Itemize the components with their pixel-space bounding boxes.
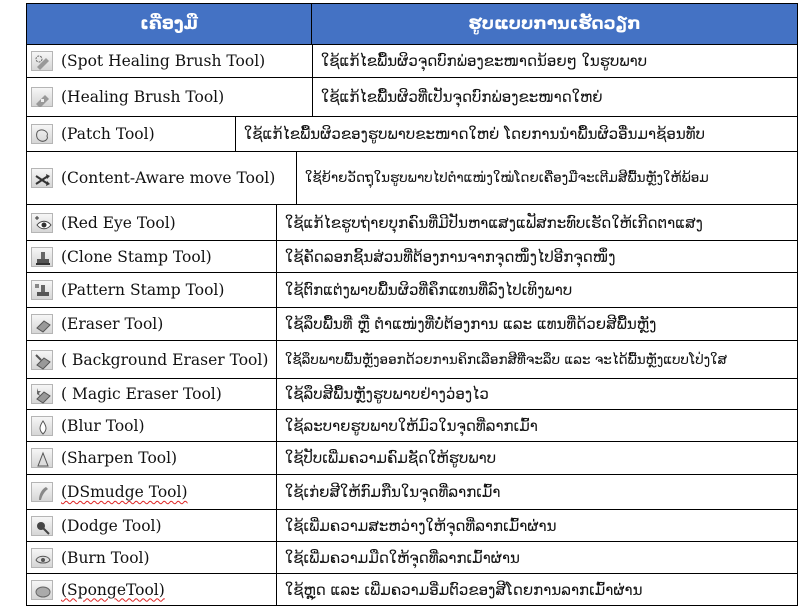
table-row: (Red Eye Tool) ໃຊ້ແກ້ໄຂຮູບຖ່າຍບຸກຄົນທີ່ມີ… bbox=[26, 205, 798, 241]
tool-description: ໃຊ້ລະບາຍຮູບພາບໃຫ້ມົວໃນຈຸດທີ່ລາກເມົ້າ bbox=[285, 416, 538, 435]
table-row: (Healing Brush Tool) ໃຊ້ແກ້ໄຂພື້ນຜິວທີ່ເປ… bbox=[26, 78, 798, 117]
smudge-icon bbox=[31, 482, 53, 502]
tool-name: (Clone Stamp Tool) bbox=[61, 247, 212, 266]
tool-description: ໃຊ້ລຶບພື້ນທີ່ ຫຼື ຕຳແໜ່ງທີ່ບໍ່ຕ້ອງການ ແລ… bbox=[285, 315, 657, 333]
tool-name-cell: (Eraser Tool) bbox=[27, 308, 277, 340]
header-function: ຮູບແບບການເຮັດວຽກ bbox=[312, 4, 797, 44]
tool-name-cell: (Blur Tool) bbox=[27, 410, 277, 441]
table-row: (Content-Aware move Tool) ໃຊ້ຍ້າຍວັດຖຸໃນຮ… bbox=[26, 152, 798, 205]
table-header: ເຄື່ອງມື ຮູບແບບການເຮັດວຽກ bbox=[26, 3, 798, 45]
tool-description: ໃຊ້ຄັດລອກຊິ້ນສ່ວນທີ່ຕ້ອງການຈາກຈຸດໜຶ່ງໄປອ… bbox=[285, 247, 616, 266]
tool-name-cell: (Spot Healing Brush Tool) bbox=[27, 45, 313, 77]
content-aware-move-icon bbox=[31, 168, 53, 188]
table-row: (DSmudge Tool) ໃຊ້ເກ່ຍສີໃຫ້ກົມກືນໃນຈຸດທີ່… bbox=[26, 475, 798, 510]
tool-name-cell: (Red Eye Tool) bbox=[27, 205, 277, 240]
tool-description: ໃຊ້ເພີ່ມຄວາມມືດໃຫ້ຈຸດທີ່ລາກເມົ້າຜ່ານ bbox=[285, 548, 520, 567]
table-row: ( Background Eraser Tool) ໃຊ້ລຶບພາບພື້ນຫຼ… bbox=[26, 341, 798, 379]
header-tool: ເຄື່ອງມື bbox=[27, 4, 312, 44]
tool-name: (Spot Healing Brush Tool) bbox=[61, 52, 266, 70]
red-eye-icon bbox=[31, 212, 53, 233]
blur-icon bbox=[31, 415, 53, 436]
tool-name: (Healing Brush Tool) bbox=[61, 88, 225, 106]
table-row: (Spot Healing Brush Tool) ໃຊ້ແກ້ໄຂພື້ນຜິວ… bbox=[26, 45, 798, 78]
table-row: (Sharpen Tool) ໃຊ້ປັບເພີ່ມຄວາມຄົມຊັດໃຫ້ຮູ… bbox=[26, 442, 798, 475]
tool-description: ໃຊ້ເກ່ຍສີໃຫ້ກົມກືນໃນຈຸດທີ່ລາກເມົ້າ bbox=[285, 483, 501, 501]
tool-description: ໃຊ້ລຶບພາບພື້ນຫຼັງອອກດ້ວຍການຄິກເລືອກສີທີ່… bbox=[285, 351, 728, 368]
table-row: (Burn Tool) ໃຊ້ເພີ່ມຄວາມມືດໃຫ້ຈຸດທີ່ລາກເມ… bbox=[26, 542, 798, 574]
tool-name: (Burn Tool) bbox=[61, 548, 150, 567]
tool-description: ໃຊ້ປັບເພີ່ມຄວາມຄົມຊັດໃຫ້ຮູບພາບ bbox=[285, 449, 497, 467]
table-row: (SpongeTool) ໃຊ້ຫຼຸດ ແລະ ເພີ່ມຄວາມອີ່ມຕົວ… bbox=[26, 574, 798, 606]
tool-name: (Pattern Stamp Tool) bbox=[61, 281, 225, 299]
clone-stamp-icon bbox=[31, 246, 53, 267]
table-row: (Clone Stamp Tool) ໃຊ້ຄັດລອກຊິ້ນສ່ວນທີ່ຕ້… bbox=[26, 241, 798, 273]
tool-name-cell: (Healing Brush Tool) bbox=[27, 78, 313, 116]
tool-description: ໃຊ້ຕົກແຕ່ງພາບພື້ນຜິວທີ່ຄຶກແທນທີ່ລົງໄປເທິ… bbox=[285, 281, 573, 299]
spot-healing-brush-icon bbox=[31, 51, 53, 71]
healing-brush-icon bbox=[31, 87, 53, 107]
tool-description: ໃຊ້ເພີ່ມຄວາມສະຫວ່າງໃຫ້ຈຸດທີ່ລາກເມົ້າຜ່ານ bbox=[285, 516, 557, 535]
tool-name: (SpongeTool) bbox=[61, 580, 165, 599]
tool-description: ໃຊ້ຍ້າຍວັດຖຸໃນຮູບພາບໄປຕຳແໜ່ງໃໝ່ໂດຍເຄື່ອງ… bbox=[305, 170, 709, 186]
table-row: ( Magic Eraser Tool) ໃຊ້ລຶບສີພື້ນຫຼັງຮູບພ… bbox=[26, 379, 798, 410]
tool-name-cell: ( Background Eraser Tool) bbox=[27, 341, 277, 378]
table-row: (Dodge Tool) ໃຊ້ເພີ່ມຄວາມສະຫວ່າງໃຫ້ຈຸດທີ່… bbox=[26, 510, 798, 542]
tool-description: ໃຊ້ລຶບສີພື້ນຫຼັງຮູບພາບຢ່າງວ່ອງໄວ bbox=[285, 385, 489, 403]
tool-name-cell: (Clone Stamp Tool) bbox=[27, 241, 277, 272]
sharpen-icon bbox=[31, 448, 53, 468]
eraser-icon bbox=[31, 314, 53, 334]
pattern-stamp-icon bbox=[31, 280, 53, 300]
burn-icon bbox=[31, 547, 53, 568]
tool-name: (Sharpen Tool) bbox=[61, 449, 178, 467]
sponge-icon bbox=[31, 579, 53, 600]
table-row: (Blur Tool) ໃຊ້ລະບາຍຮູບພາບໃຫ້ມົວໃນຈຸດທີ່ລ… bbox=[26, 410, 798, 442]
tool-name: (DSmudge Tool) bbox=[61, 483, 188, 501]
tool-description: ໃຊ້ແກ້ໄຂພື້ນຜິວຈຸດບົກພ່ອງຂະໜາດນ້ອຍໆ ໃນຮູ… bbox=[321, 52, 648, 70]
tool-name-cell: ( Magic Eraser Tool) bbox=[27, 379, 277, 409]
tool-name: (Dodge Tool) bbox=[61, 516, 162, 535]
table-row: (Pattern Stamp Tool) ໃຊ້ຕົກແຕ່ງພາບພື້ນຜິວ… bbox=[26, 273, 798, 308]
background-eraser-icon bbox=[31, 349, 53, 370]
tool-description: ໃຊ້ຫຼຸດ ແລະ ເພີ່ມຄວາມອີ່ມຕົວຂອງສີໂດຍການລ… bbox=[285, 580, 643, 599]
tool-name: (Blur Tool) bbox=[61, 416, 145, 435]
tool-name-cell: (Dodge Tool) bbox=[27, 510, 277, 541]
tool-description: ໃຊ້ແກ້ໄຂຮູບຖ່າຍບຸກຄົນທີ່ມີປັນຫາແສງແຟັສກະ… bbox=[285, 213, 703, 232]
tool-name-cell: (Pattern Stamp Tool) bbox=[27, 273, 277, 307]
table-row: (Eraser Tool) ໃຊ້ລຶບພື້ນທີ່ ຫຼື ຕຳແໜ່ງທີ່… bbox=[26, 308, 798, 341]
tool-description: ໃຊ້ແກ້ໄຂພື້ນຜິວຂອງຮູບພາບຂະໜາດໃຫຍ່ ໂດຍການ… bbox=[244, 125, 705, 143]
tool-name-cell: (Content-Aware move Tool) bbox=[27, 152, 297, 204]
tool-name: ( Background Eraser Tool) bbox=[61, 350, 269, 369]
tool-description: ໃຊ້ແກ້ໄຂພື້ນຜິວທີ່ເປັນຈຸດບົກພ່ອງຂະໜາດໃຫຍ… bbox=[321, 88, 603, 106]
tool-name-cell: (Burn Tool) bbox=[27, 542, 277, 573]
tool-name-cell: (Patch Tool) bbox=[27, 117, 236, 151]
magic-eraser-icon bbox=[31, 384, 53, 404]
tool-name: (Content-Aware move Tool) bbox=[61, 169, 276, 187]
tool-name: (Patch Tool) bbox=[61, 125, 155, 143]
patch-icon bbox=[31, 124, 53, 144]
tool-table-page: ເຄື່ອງມື ຮູບແບບການເຮັດວຽກ (Spot Healing … bbox=[0, 0, 801, 616]
tool-name-cell: (DSmudge Tool) bbox=[27, 475, 277, 509]
tool-name-cell: (SpongeTool) bbox=[27, 574, 277, 605]
tool-name: (Eraser Tool) bbox=[61, 315, 164, 333]
tool-name-cell: (Sharpen Tool) bbox=[27, 442, 277, 474]
dodge-icon bbox=[31, 515, 53, 536]
table-row: (Patch Tool) ໃຊ້ແກ້ໄຂພື້ນຜິວຂອງຮູບພາບຂະໜາ… bbox=[26, 117, 798, 152]
tool-name: ( Magic Eraser Tool) bbox=[61, 385, 222, 403]
tool-name: (Red Eye Tool) bbox=[61, 213, 176, 232]
